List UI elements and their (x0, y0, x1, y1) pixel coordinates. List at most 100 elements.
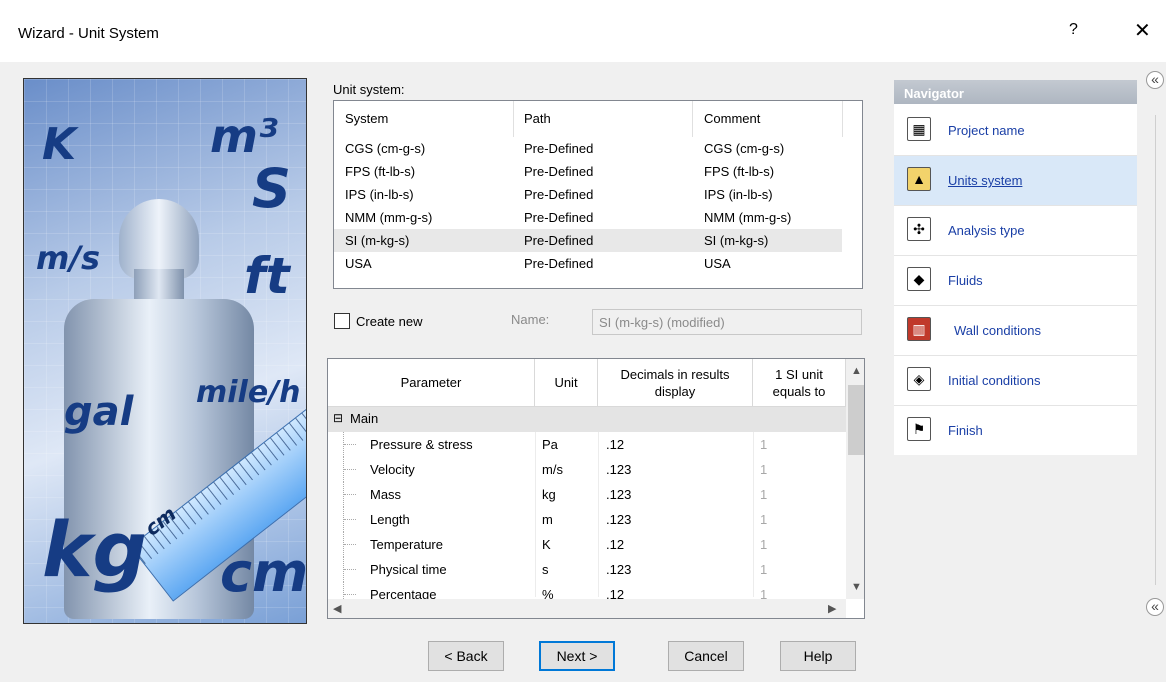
param-unit[interactable]: s (542, 562, 549, 577)
param-unit[interactable]: K (542, 537, 551, 552)
expand-toggle-icon[interactable]: ⊟ (333, 411, 343, 425)
param-decimals[interactable]: .12 (606, 537, 624, 552)
param-decimals[interactable]: .12 (606, 587, 624, 599)
unit-system-illustration: K m³ S m/s ft mile/h gal kg cm cm (23, 78, 307, 624)
col-parameter[interactable]: Parameter (328, 359, 535, 407)
param-decimals[interactable]: .123 (606, 487, 631, 502)
unit-system-row[interactable]: FPS (ft-lb-s) Pre-Defined FPS (ft-lb-s) (334, 160, 842, 183)
back-button[interactable]: < Back (428, 641, 504, 671)
next-button[interactable]: Next > (539, 641, 615, 671)
param-row[interactable]: Temperature K .12 1 (328, 532, 846, 557)
help-button[interactable]: Help (780, 641, 856, 671)
nav-item-fluids[interactable]: ◆ Fluids (894, 256, 1137, 306)
group-row-main[interactable]: ⊟ Main (328, 407, 846, 432)
system-name: IPS (in-lb-s) (345, 187, 414, 202)
navigator-title: Navigator (894, 80, 1137, 104)
window-title: Wizard - Unit System (18, 25, 159, 42)
param-row[interactable]: Pressure & stress Pa .12 1 (328, 432, 846, 457)
nav-item-units-system[interactable]: ▲ Units system (894, 156, 1137, 206)
unit-system-row-selected[interactable]: SI (m-kg-s) Pre-Defined SI (m-kg-s) (334, 229, 842, 252)
param-decimals[interactable]: .123 (606, 512, 631, 527)
system-path: Pre-Defined (524, 164, 594, 179)
param-si-equals: 1 (760, 487, 768, 502)
unit-system-row[interactable]: USA Pre-Defined USA (334, 252, 842, 275)
name-label: Name: (511, 312, 550, 327)
system-name: USA (345, 256, 372, 271)
param-si-equals: 1 (760, 562, 768, 577)
system-path: Pre-Defined (524, 187, 594, 202)
nav-label: Initial conditions (948, 373, 1041, 388)
scroll-down-icon[interactable]: ▼ (851, 581, 862, 593)
unit-system-list[interactable]: System Path Comment CGS (cm-g-s) Pre-Def… (333, 100, 863, 289)
param-row[interactable]: Length m .123 1 (328, 507, 846, 532)
nav-item-finish[interactable]: ⚑ Finish (894, 406, 1137, 456)
navigator-panel: Navigator ▦ Project name ▲ Units system … (894, 80, 1137, 455)
nav-item-analysis-type[interactable]: ✣ Analysis type (894, 206, 1137, 256)
cancel-button[interactable]: Cancel (668, 641, 744, 671)
param-name: Length (370, 512, 410, 527)
system-path: Pre-Defined (524, 233, 594, 248)
scroll-left-icon[interactable]: ◀ (333, 602, 341, 615)
project-icon: ▦ (907, 117, 931, 141)
nav-label: Units system (948, 173, 1023, 188)
unit-system-row[interactable]: CGS (cm-g-s) Pre-Defined CGS (cm-g-s) (334, 137, 842, 160)
col-comment[interactable]: Comment (704, 111, 760, 126)
vertical-scrollbar[interactable]: ▲ ▼ (846, 359, 864, 599)
col-unit[interactable]: Unit (535, 359, 598, 407)
param-decimals[interactable]: .123 (606, 562, 631, 577)
scroll-right-icon[interactable]: ▶ (828, 602, 836, 615)
nav-label: Fluids (948, 273, 983, 288)
hero-unit-k: K (42, 119, 77, 170)
horizontal-scrollbar[interactable]: ◀ ▶ (328, 599, 846, 618)
system-path: Pre-Defined (524, 210, 594, 225)
unit-system-header: System Path Comment (334, 101, 843, 137)
param-name: Mass (370, 487, 402, 502)
param-unit[interactable]: % (542, 587, 554, 599)
create-new-label[interactable]: Create new (356, 314, 422, 329)
analysis-icon: ✣ (907, 217, 931, 241)
nav-item-wall-conditions[interactable]: ▥ Wall conditions (894, 306, 1137, 356)
col-decimals[interactable]: Decimals in results display (598, 359, 753, 407)
param-si-equals: 1 (760, 437, 768, 452)
fluids-icon: ◆ (907, 267, 931, 291)
nav-label: Wall conditions (954, 323, 1041, 338)
param-unit[interactable]: m/s (542, 462, 563, 477)
param-si-equals: 1 (760, 587, 768, 599)
nav-item-project-name[interactable]: ▦ Project name (894, 106, 1137, 156)
param-decimals[interactable]: .12 (606, 437, 624, 452)
param-unit[interactable]: kg (542, 487, 556, 502)
system-comment: FPS (ft-lb-s) (704, 164, 775, 179)
param-row[interactable]: Physical time s .123 1 (328, 557, 846, 582)
navigator-divider (1155, 115, 1156, 585)
param-unit[interactable]: m (542, 512, 553, 527)
col-system[interactable]: System (345, 111, 388, 126)
unit-system-label: Unit system: (333, 82, 405, 97)
param-name: Physical time (370, 562, 447, 577)
system-comment: USA (704, 256, 731, 271)
param-row[interactable]: Mass kg .123 1 (328, 482, 846, 507)
system-name: SI (m-kg-s) (345, 233, 410, 248)
col-path[interactable]: Path (524, 111, 551, 126)
collapse-icon[interactable]: « (1146, 71, 1164, 89)
hero-unit-cm: cm (220, 541, 307, 604)
help-icon[interactable]: ? (1069, 21, 1078, 39)
scroll-thumb[interactable] (848, 385, 864, 455)
name-field[interactable]: SI (m-kg-s) (modified) (592, 309, 862, 335)
parameters-grid[interactable]: Parameter Unit Decimals in results displ… (327, 358, 865, 619)
units-icon: ▲ (907, 167, 931, 191)
param-row[interactable]: Percentage % .12 1 (328, 582, 846, 599)
col-si-equals[interactable]: 1 SI unit equals to (753, 359, 846, 407)
param-row[interactable]: Velocity m/s .123 1 (328, 457, 846, 482)
create-new-checkbox[interactable] (334, 313, 350, 329)
collapse-icon[interactable]: « (1146, 598, 1164, 616)
hero-unit-ft: ft (244, 247, 290, 305)
unit-system-row[interactable]: IPS (in-lb-s) Pre-Defined IPS (in-lb-s) (334, 183, 842, 206)
param-unit[interactable]: Pa (542, 437, 558, 452)
nav-item-initial-conditions[interactable]: ◈ Initial conditions (894, 356, 1137, 406)
param-si-equals: 1 (760, 462, 768, 477)
param-decimals[interactable]: .123 (606, 462, 631, 477)
scroll-up-icon[interactable]: ▲ (851, 365, 862, 377)
close-icon[interactable]: ✕ (1134, 18, 1151, 43)
unit-system-row[interactable]: NMM (mm-g-s) Pre-Defined NMM (mm-g-s) (334, 206, 842, 229)
system-path: Pre-Defined (524, 256, 594, 271)
